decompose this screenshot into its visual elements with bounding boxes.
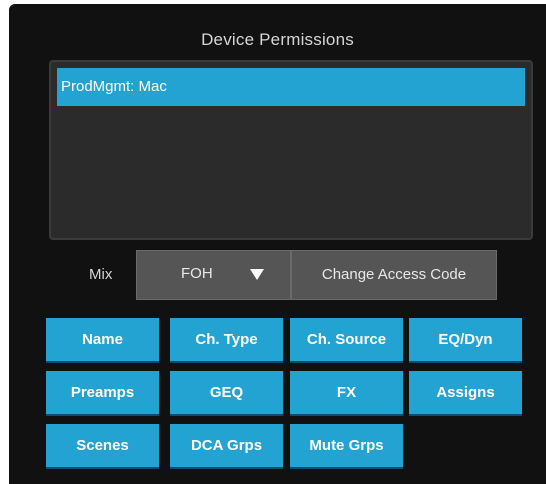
perm-geq-button[interactable]: GEQ [170,371,283,414]
perm-preamps-button[interactable]: Preamps [46,371,159,414]
perm-ch-type-button[interactable]: Ch. Type [170,318,283,361]
device-permissions-panel: Device Permissions ProdMgmt: Mac Mix FOH… [9,4,546,484]
perm-ch-source-button[interactable]: Ch. Source [290,318,403,361]
perm-dca-grps-button[interactable]: DCA Grps [170,424,283,467]
perm-scenes-button[interactable]: Scenes [46,424,159,467]
perm-mute-grps-button[interactable]: Mute Grps [290,424,403,467]
device-list[interactable]: ProdMgmt: Mac [49,60,533,240]
change-access-code-button[interactable]: Change Access Code [291,250,497,300]
perm-assigns-button[interactable]: Assigns [409,371,522,414]
panel-title: Device Permissions [201,30,354,49]
perm-name-button[interactable]: Name [46,318,159,361]
perm-eq-dyn-button[interactable]: EQ/Dyn [409,318,522,361]
mix-selected-value: FOH [181,265,213,282]
mix-dropdown[interactable]: FOH [136,250,291,300]
triangle-down-icon [250,268,264,286]
perm-fx-button[interactable]: FX [290,371,403,414]
device-item[interactable]: ProdMgmt: Mac [57,68,525,106]
mix-label: Mix [89,266,113,283]
